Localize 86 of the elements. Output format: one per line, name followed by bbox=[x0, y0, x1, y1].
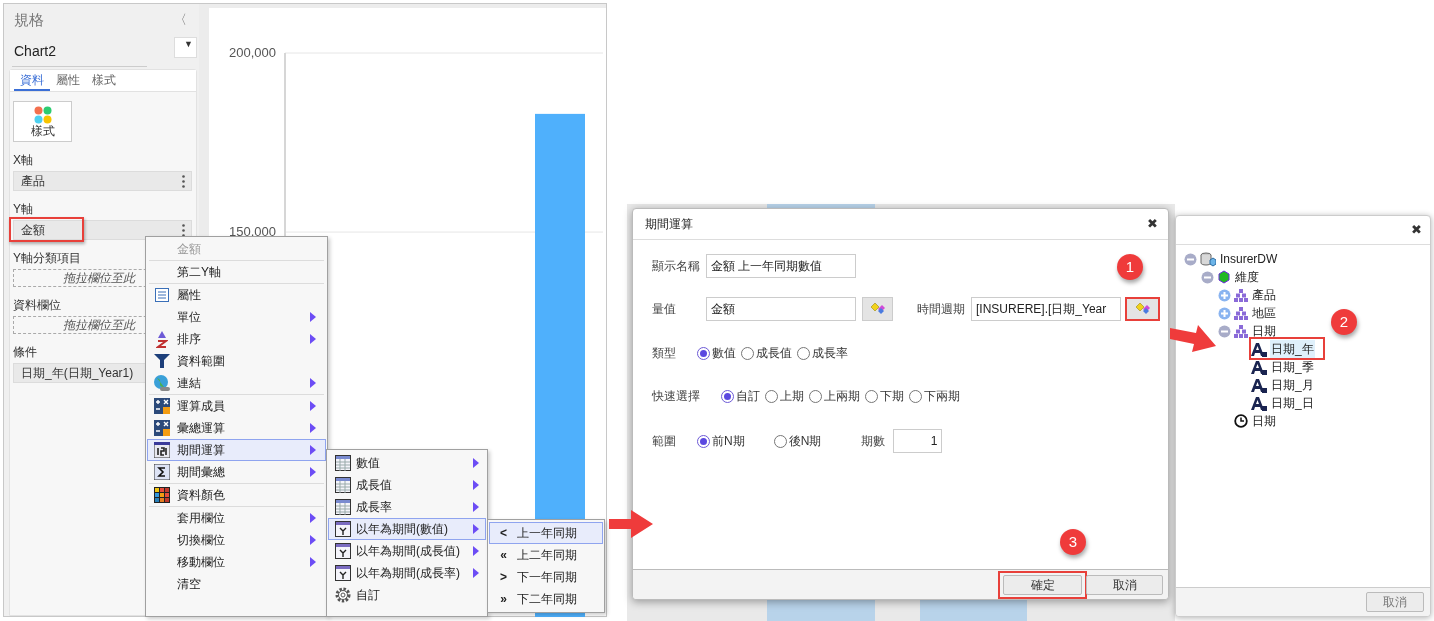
menu-item[interactable]: 數值 bbox=[328, 452, 486, 474]
radio-option[interactable]: 下期 bbox=[865, 387, 904, 405]
field-box[interactable]: 金額 bbox=[13, 220, 192, 240]
radio-option[interactable]: 上兩期 bbox=[809, 387, 860, 405]
tree-item[interactable]: 地區 bbox=[1251, 304, 1277, 322]
field-label: 資料欄位 bbox=[13, 298, 62, 312]
menu-item[interactable]: < 上一年同期 bbox=[489, 522, 603, 544]
tree-item[interactable]: 日期_年 bbox=[1270, 340, 1315, 358]
menu-item[interactable]: 運算成員 bbox=[147, 395, 326, 417]
field-label: 範圍 bbox=[652, 433, 677, 450]
field-box[interactable]: 產品 bbox=[13, 171, 192, 191]
menu-item[interactable]: 以年為期間(數值) bbox=[328, 518, 486, 540]
menu-item[interactable]: 期間彙總 bbox=[147, 461, 326, 483]
menu-item[interactable]: 移動欄位 bbox=[147, 551, 326, 573]
menu-item[interactable]: 屬性 bbox=[147, 284, 326, 306]
field-label: Y軸分類項目 bbox=[13, 251, 82, 265]
menu-item[interactable]: 成長率 bbox=[328, 496, 486, 518]
axis-tick-label: 150,000 bbox=[229, 224, 276, 240]
tree-item[interactable]: 日期_季 bbox=[1270, 358, 1315, 376]
panel-title: 規格 bbox=[14, 9, 44, 30]
menu-item[interactable]: 清空 bbox=[147, 573, 326, 595]
field-label: 時間週期 bbox=[917, 301, 966, 318]
tree-item[interactable]: 產品 bbox=[1251, 286, 1277, 304]
input-field[interactable]: 1 bbox=[893, 429, 943, 453]
menu-item[interactable]: 連結 bbox=[147, 372, 326, 394]
arrow-glyph: < bbox=[499, 525, 508, 542]
collapse-button[interactable]: 〈 bbox=[174, 10, 187, 30]
field-label: 顯示名稱 bbox=[652, 258, 701, 275]
radio-option[interactable]: 上期 bbox=[765, 387, 804, 405]
field-value: 金額 bbox=[21, 222, 45, 239]
menu-item[interactable]: 自訂 bbox=[328, 584, 486, 606]
tab[interactable]: 資料 bbox=[14, 70, 50, 91]
dialog-button[interactable]: 取消 bbox=[1366, 592, 1424, 612]
radio-option[interactable]: 數值 bbox=[697, 344, 736, 362]
dropdown-button[interactable]: ▼ bbox=[174, 37, 197, 58]
tree-item[interactable]: 日期 bbox=[1251, 322, 1277, 340]
radio-option[interactable]: 成長值 bbox=[741, 344, 792, 362]
menu-item[interactable]: 成長值 bbox=[328, 474, 486, 496]
close-button[interactable]: ✖ bbox=[1147, 214, 1158, 234]
menu-item[interactable]: » 下二年同期 bbox=[489, 588, 603, 610]
input-field[interactable]: 金額 bbox=[706, 297, 856, 321]
menu-item[interactable]: 第二Y軸 bbox=[147, 261, 326, 283]
close-button[interactable]: ✖ bbox=[1411, 220, 1422, 240]
tree-item[interactable]: InsurerDW bbox=[1219, 250, 1279, 268]
drop-hint: 拖拉欄位至此 bbox=[62, 270, 137, 287]
radio-option[interactable]: 下兩期 bbox=[909, 387, 960, 405]
arrow-glyph: > bbox=[499, 569, 508, 586]
menu-item[interactable]: 切換欄位 bbox=[147, 529, 326, 551]
menu-item[interactable]: 以年為期間(成長值) bbox=[328, 540, 486, 562]
menu-item[interactable]: 套用欄位 bbox=[147, 507, 326, 529]
menu-item[interactable]: > 下一年同期 bbox=[489, 566, 603, 588]
field-value: 日期_年(日期_Year1) bbox=[21, 365, 134, 382]
field-label: 量值 bbox=[652, 301, 677, 318]
input-field[interactable]: 金額 上一年同期數值 bbox=[706, 254, 856, 278]
radio-option[interactable]: 成長率 bbox=[797, 344, 848, 362]
drop-hint: 拖拉欄位至此 bbox=[62, 317, 137, 334]
tree-item[interactable]: 維度 bbox=[1234, 268, 1260, 286]
axis-tick-label: 200,000 bbox=[229, 45, 276, 60]
style-button[interactable]: 樣式 bbox=[13, 101, 72, 142]
radio-option[interactable]: 後N期 bbox=[773, 432, 822, 450]
input-field[interactable]: [INSURERE].[日期_Year bbox=[971, 297, 1121, 321]
field-label: X軸 bbox=[13, 153, 34, 167]
menu-item[interactable]: 資料顏色 bbox=[147, 484, 326, 506]
tree-item[interactable]: 日期 bbox=[1251, 412, 1277, 430]
arrow-glyph: » bbox=[499, 591, 508, 608]
tree-item[interactable]: 日期_日 bbox=[1270, 394, 1315, 412]
dialog-button[interactable]: 確定 bbox=[1003, 574, 1082, 595]
field-label: 條件 bbox=[13, 345, 38, 359]
tab[interactable]: 樣式 bbox=[86, 70, 122, 91]
radio-option[interactable]: 自訂 bbox=[721, 387, 760, 405]
field-value: 產品 bbox=[21, 173, 45, 190]
menu-item[interactable]: « 上二年同期 bbox=[489, 544, 603, 566]
menu-item[interactable]: 以年為期間(成長率) bbox=[328, 562, 486, 584]
arrow-glyph: « bbox=[499, 547, 508, 564]
field-label: 期數 bbox=[861, 433, 887, 450]
field-label: 類型 bbox=[652, 345, 677, 362]
menu-item[interactable]: 期間運算 bbox=[147, 439, 326, 461]
tree-item[interactable]: 日期_月 bbox=[1270, 376, 1315, 394]
chart-name: Chart2 bbox=[14, 41, 57, 61]
dialog-title: 期間運算 bbox=[645, 216, 693, 233]
tab[interactable]: 屬性 bbox=[50, 70, 86, 91]
menu-item[interactable]: 彙總運算 bbox=[147, 417, 326, 439]
field-label: 快速選擇 bbox=[652, 388, 701, 405]
dialog-button[interactable]: 取消 bbox=[1086, 574, 1163, 595]
radio-option[interactable]: 前N期 bbox=[697, 432, 745, 450]
field-label: Y軸 bbox=[13, 202, 34, 216]
